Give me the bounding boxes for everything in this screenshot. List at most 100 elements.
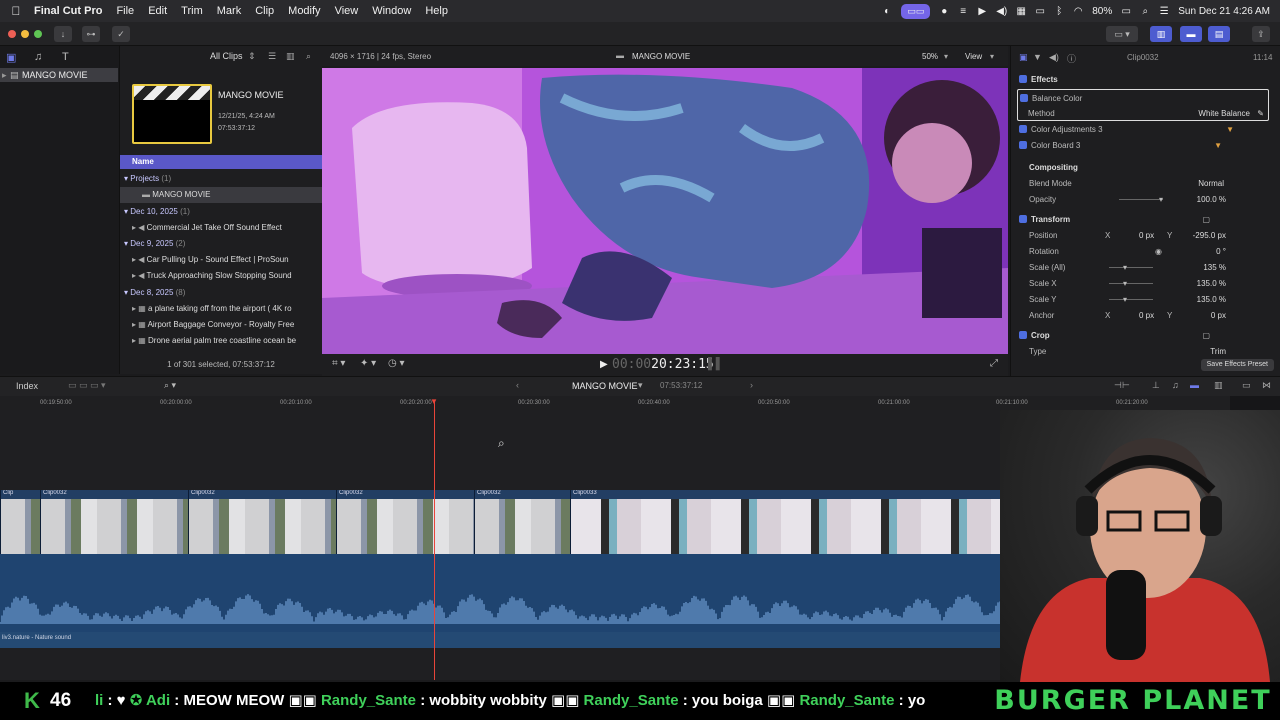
transform-tool-icon[interactable]: ⌗ ▾ bbox=[332, 358, 345, 369]
menu-app-name[interactable]: Final Cut Pro bbox=[27, 5, 109, 17]
disclosure-triangle-icon[interactable]: ▾ bbox=[120, 207, 128, 216]
stage-manager-icon[interactable]: ▭▭ bbox=[901, 3, 931, 19]
audio-skimming-icon[interactable]: ♫ bbox=[1172, 380, 1179, 390]
position-y-value[interactable]: -295.0 px bbox=[1193, 228, 1226, 243]
history-forward-icon[interactable]: › bbox=[750, 380, 753, 390]
menu-help[interactable]: Help bbox=[418, 5, 455, 17]
compositing-section[interactable]: Compositing bbox=[1029, 160, 1270, 175]
video-clip[interactable]: Clip bbox=[0, 490, 40, 554]
transitions-browser-icon[interactable]: ⋈ bbox=[1262, 380, 1271, 391]
list-item[interactable]: ▬ MANGO MOVIE bbox=[120, 187, 322, 203]
checkbox[interactable] bbox=[1019, 215, 1027, 223]
group-row[interactable]: ▾ Dec 9, 2025 (2) bbox=[120, 236, 322, 252]
list-view-icon[interactable]: ☰ bbox=[268, 51, 276, 62]
menu-trim[interactable]: Trim bbox=[174, 5, 210, 17]
skimming-icon[interactable]: ⊥ bbox=[1152, 380, 1160, 391]
project-thumbnail[interactable] bbox=[132, 84, 212, 144]
circle-icon[interactable]: ● bbox=[939, 6, 949, 17]
viewer-canvas[interactable] bbox=[322, 68, 1008, 354]
chevron-updown-icon[interactable]: ⇕ bbox=[248, 51, 256, 62]
screen-record-icon[interactable]: ◐ bbox=[882, 6, 892, 17]
disclosure-triangle-icon[interactable]: ▾ bbox=[120, 174, 128, 183]
slider-knob-icon[interactable]: ▾ bbox=[1123, 292, 1127, 307]
search-icon[interactable]: ⌕ bbox=[306, 51, 311, 62]
disclosure-triangle-icon[interactable]: ▸ bbox=[2, 68, 7, 82]
slider-knob-icon[interactable]: ▾ bbox=[1123, 276, 1127, 291]
list-item[interactable]: ▸ ▦ Airport Baggage Conveyor - Royalty F… bbox=[120, 317, 322, 333]
select-tool-icon[interactable]: ⌕ ▾ bbox=[164, 380, 176, 391]
list-item[interactable]: ▸ ▦ Drone aerial palm tree coastline oce… bbox=[120, 333, 322, 349]
menu-icon[interactable]: ≡ bbox=[958, 6, 968, 17]
list-item[interactable]: ▸ ◀ Truck Approaching Slow Stopping Soun… bbox=[120, 268, 322, 284]
scale-y-slider[interactable] bbox=[1109, 299, 1153, 300]
battery-icon[interactable]: ▭ bbox=[1121, 6, 1131, 17]
disclosure-triangle-icon[interactable]: ▾ bbox=[120, 239, 128, 248]
viewer-zoom-dropdown[interactable]: 50% bbox=[922, 52, 938, 61]
scale-x-value[interactable]: 135.0 % bbox=[1197, 276, 1226, 291]
library-item-mango-movie[interactable]: ▸ ▤ MANGO MOVIE bbox=[0, 68, 118, 82]
crop-type-dropdown[interactable]: Trim bbox=[1210, 344, 1226, 359]
onscreen-control-icon[interactable]: ▢ bbox=[1202, 212, 1210, 227]
timeline-project-name[interactable]: MANGO MOVIE bbox=[572, 381, 638, 391]
anchor-y-value[interactable]: 0 px bbox=[1211, 308, 1226, 323]
scale-all-value[interactable]: 135 % bbox=[1203, 260, 1226, 275]
enhance-icon[interactable]: ✦ ▾ bbox=[360, 358, 376, 369]
solo-icon[interactable]: ▬ bbox=[1190, 380, 1199, 390]
minimize-window-icon[interactable] bbox=[21, 30, 29, 38]
photos-audio-icon[interactable]: ♫ bbox=[34, 51, 42, 63]
position-x-value[interactable]: 0 px bbox=[1139, 228, 1154, 243]
rotation-dial-icon[interactable]: ◉ bbox=[1155, 244, 1162, 259]
group-row[interactable]: ▾ Dec 10, 2025 (1) bbox=[120, 204, 322, 220]
playhead-marker-icon[interactable]: ▼ bbox=[430, 397, 438, 406]
history-back-icon[interactable]: ‹ bbox=[516, 380, 519, 390]
list-item[interactable]: ▸ ▦ a plane taking off from the airport … bbox=[120, 301, 322, 317]
close-window-icon[interactable] bbox=[8, 30, 16, 38]
opacity-slider[interactable] bbox=[1119, 199, 1163, 200]
apple-icon[interactable]:  bbox=[5, 4, 27, 18]
group-row[interactable]: ▾ Dec 8, 2025 (8) bbox=[120, 285, 322, 301]
background-tasks-icon[interactable]: ✓ bbox=[112, 26, 130, 42]
fullscreen-icon[interactable]: ⤢ bbox=[990, 358, 998, 369]
edit-tools-icon[interactable]: ▭ ▭ ▭ ▾ bbox=[68, 380, 106, 391]
primary-storyline[interactable]: Clip Clip0032 Clip0032 Clip0032 Clip0032… bbox=[0, 490, 1100, 554]
crop-section[interactable]: Crop ▢ bbox=[1019, 328, 1270, 343]
rotation-value[interactable]: 0 ° bbox=[1216, 244, 1226, 259]
browser-toggle-icon[interactable]: ▥ bbox=[1150, 26, 1172, 42]
speed-icon[interactable]: ◷ ▾ bbox=[388, 358, 405, 369]
color-board-row[interactable]: Color Board 3 ▼ bbox=[1019, 138, 1270, 153]
scale-all-slider[interactable] bbox=[1109, 267, 1153, 268]
menu-file[interactable]: File bbox=[109, 5, 141, 17]
anchor-x-value[interactable]: 0 px bbox=[1139, 308, 1154, 323]
play-icon[interactable]: ▶ bbox=[977, 6, 987, 17]
timeline-ruler[interactable]: 00:19:50:00 00:20:00:00 00:20:10:00 00:2… bbox=[0, 396, 1230, 410]
slider-knob-icon[interactable]: ▾ bbox=[1159, 192, 1163, 207]
menu-edit[interactable]: Edit bbox=[141, 5, 174, 17]
list-item[interactable]: ▸ ◀ Car Pulling Up - Sound Effect | ProS… bbox=[120, 252, 322, 268]
checkbox[interactable] bbox=[1020, 94, 1028, 102]
connected-audio-clip[interactable]: liv3.nature - Nature sound bbox=[0, 632, 1100, 648]
balance-color-row[interactable]: Balance Color bbox=[1020, 91, 1264, 106]
color-inspector-icon[interactable]: ▼ bbox=[1033, 52, 1042, 62]
color-adjustments-row[interactable]: Color Adjustments 3 ▼ bbox=[1019, 122, 1270, 137]
timeline-toggle-icon[interactable]: ▬ bbox=[1180, 26, 1202, 42]
column-header-name[interactable]: Name bbox=[120, 155, 322, 169]
scale-y-value[interactable]: 135.0 % bbox=[1197, 292, 1226, 307]
menu-clip[interactable]: Clip bbox=[248, 5, 281, 17]
audio-inspector-icon[interactable]: ◀) bbox=[1049, 52, 1059, 63]
snapping-icon[interactable]: ⊣⊢ bbox=[1114, 380, 1130, 391]
effects-browser-icon[interactable]: ▭ bbox=[1242, 380, 1251, 391]
clip-filter-dropdown[interactable]: All Clips bbox=[210, 51, 243, 61]
menu-modify[interactable]: Modify bbox=[281, 5, 327, 17]
video-clip[interactable]: Clip0032 bbox=[474, 490, 570, 554]
inspector-toggle-icon[interactable]: ▤ bbox=[1208, 26, 1230, 42]
share-icon[interactable]: ⇪ bbox=[1252, 26, 1270, 42]
video-clip[interactable]: Clip0032 bbox=[336, 490, 474, 554]
filmstrip-view-icon[interactable]: ▥ bbox=[286, 51, 295, 62]
menu-mark[interactable]: Mark bbox=[210, 5, 248, 17]
index-button[interactable]: Index bbox=[16, 381, 38, 391]
titles-generators-icon[interactable]: T bbox=[62, 51, 69, 63]
grid-icon[interactable]: ▦ bbox=[1016, 6, 1026, 17]
onscreen-control-icon[interactable]: ▢ bbox=[1202, 328, 1210, 343]
keyword-icon[interactable]: ⊶ bbox=[82, 26, 100, 42]
wifi-icon[interactable]: ◠ bbox=[1073, 6, 1083, 17]
